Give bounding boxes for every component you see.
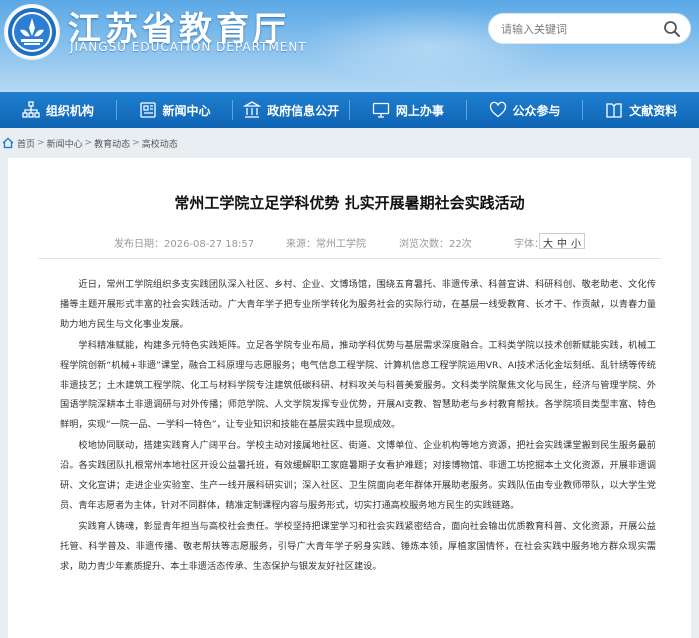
search-input[interactable]: [501, 20, 651, 38]
main-nav: 组织机构 新闻中心 政府信息公开 网上办事 公众参与 文献资料: [0, 92, 699, 128]
online-service-icon: [372, 102, 389, 118]
org-structure-icon: [22, 101, 40, 118]
article-paragraph: 近日，常州工学院组织多支实践团队深入社区、乡村、企业、文博场馆，围绕五育暑托、非…: [60, 279, 656, 330]
breadcrumb-education-news[interactable]: 教育动态: [94, 137, 130, 150]
font-size-selector: 大 中 小: [539, 233, 585, 250]
home-icon: [2, 137, 14, 149]
breadcrumb: 首页 > 新闻中心 > 教育动态 > 高校动态: [0, 128, 699, 158]
article-container: 常州工学院立足学科优势 扎实开展暑期社会实践活动 发布日期：2026-08-27…: [8, 158, 691, 638]
nav-item-gov-info[interactable]: 政府信息公开: [233, 92, 349, 128]
font-size-medium[interactable]: 中: [557, 235, 567, 250]
public-participation-icon: [489, 101, 506, 118]
article-paragraph: 学科精准赋能，构建多元特色实践矩阵。立足各学院专业布局，推动学科优势与基层需求深…: [60, 339, 656, 431]
nav-item-public[interactable]: 公众参与: [467, 92, 583, 128]
font-size-large[interactable]: 大: [543, 235, 553, 250]
nav-item-online-service[interactable]: 网上办事: [350, 92, 466, 128]
nav-label: 文献资料: [629, 103, 678, 118]
breadcrumb-separator: >: [37, 138, 45, 148]
breadcrumb-home[interactable]: 首页: [17, 137, 35, 150]
nav-label: 新闻中心: [162, 103, 211, 118]
article-paragraph: 实践育人铸魂，彰显青年担当与高校社会责任。学校坚持把课堂学习和社会实践紧密结合，…: [60, 520, 656, 572]
view-count: 浏览次数：22次: [399, 239, 472, 250]
breadcrumb-separator: >: [132, 138, 140, 148]
breadcrumb-college-news[interactable]: 高校动态: [142, 137, 178, 150]
publish-date: 发布日期：2026-08-27 18:57: [114, 239, 255, 250]
news-icon: [139, 102, 156, 118]
government-info-icon: [243, 101, 262, 118]
nav-item-news[interactable]: 新闻中心: [117, 92, 233, 128]
search-icon[interactable]: [662, 19, 682, 39]
article-meta: 发布日期：2026-08-27 18:57 来源：常州工学院 浏览次数：22次 …: [8, 233, 691, 251]
article-paragraph: 校地协同联动，搭建实践育人广阔平台。学校主动对接属地社区、街道、文博单位、企业机…: [60, 440, 656, 511]
font-size-small[interactable]: 小: [571, 235, 581, 250]
breadcrumb-news-center[interactable]: 新闻中心: [47, 137, 83, 150]
article-source: 来源：常州工学院: [286, 239, 366, 250]
article-title: 常州工学院立足学科优势 扎实开展暑期社会实践活动: [174, 194, 525, 212]
education-emblem-icon[interactable]: [4, 4, 60, 60]
nav-label: 政府信息公开: [267, 103, 340, 118]
nav-item-documents[interactable]: 文献资料: [583, 92, 699, 128]
site-header: 江苏省教育厅 JIANGSU EDUCATION DEPARTMENT: [0, 0, 699, 92]
search-box: [488, 13, 691, 44]
meta-divider: [38, 258, 661, 259]
site-subtitle: JIANGSU EDUCATION DEPARTMENT: [70, 40, 307, 54]
article-body: 近日，常州工学院组织多支实践团队深入社区、乡村、企业、文博场馆，围绕五育暑托、非…: [60, 275, 656, 578]
nav-label: 组织机构: [45, 103, 94, 118]
nav-item-org[interactable]: 组织机构: [0, 92, 116, 128]
breadcrumb-separator: >: [84, 138, 93, 148]
nav-label: 网上办事: [395, 103, 444, 118]
documents-icon: [606, 103, 622, 118]
nav-label: 公众参与: [512, 103, 561, 118]
